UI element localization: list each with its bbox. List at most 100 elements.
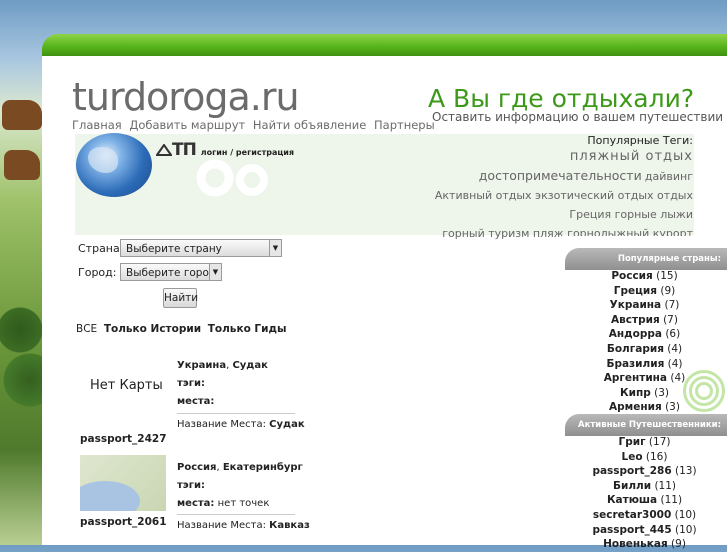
country-link[interactable]: Болгария [607,343,664,355]
item-count: (9) [660,284,676,297]
post-city[interactable]: Екатеринбург [223,462,303,473]
cow-image [2,100,42,130]
login-separator: / [227,148,236,157]
item-count: (7) [663,313,678,326]
place-name-label: Название Места: [177,419,266,430]
item-count: (15) [656,270,678,282]
post-place-name: Название Места: Кавказ [177,517,310,535]
header-subslogan[interactable]: Оставить информацию о вашем путешествии [432,110,723,124]
item-count: (10) [674,508,697,521]
traveler-link[interactable]: passport_286 [592,465,671,477]
tag[interactable]: достопримечательности [479,168,642,183]
traveler-link[interactable]: passport_445 [592,524,671,536]
city-select-value: Выберите город [126,267,217,279]
list-item: Кипр (3) [562,386,727,401]
post-country[interactable]: Украина [177,360,226,371]
post-places-label: места: [177,396,215,407]
list-item: Греция (9) [562,284,727,299]
post-user[interactable]: passport_2061 [80,516,167,528]
country-select[interactable]: Выберите страну ▼ [120,239,282,257]
register-link[interactable]: регистрация [236,148,294,157]
item-count: (13) [674,465,697,478]
country-link[interactable]: Аргентина [604,372,667,384]
traveler-link[interactable]: Leo [622,451,643,463]
tag[interactable]: Активный отдых экзотический отдых отдых [435,189,693,202]
login-link[interactable]: логин [201,148,228,157]
item-count: (4) [667,357,683,370]
list-item: Бразилия (4) [562,357,727,372]
map-thumbnail[interactable] [80,455,166,511]
country-link[interactable]: Греция [614,285,657,297]
nav-add-route[interactable]: Добавить маршрут [129,118,245,132]
filter-stories[interactable]: Только Истории [104,323,201,335]
post-entry: Украина, Судак тэги: места: [177,360,268,407]
item-count: (6) [665,328,681,341]
country-link[interactable]: Украина [610,299,662,311]
place-name-value[interactable]: Судак [269,419,304,430]
nav-partners[interactable]: Партнеры [374,118,435,132]
chevron-down-icon: ▼ [269,240,281,256]
site-logo[interactable]: turdoroga.ru [72,75,300,119]
tag[interactable]: дайвинг [645,170,693,183]
login-block: ТП логин / регистрация [155,140,294,160]
city-select[interactable]: Выберите город ▼ [120,263,222,281]
list-item: Австрия (7) [562,313,727,328]
list-item: Аргентина (4) [562,371,727,386]
filter-guides[interactable]: Только Гиды [208,323,287,335]
tag[interactable]: пляжный отдых [570,149,693,164]
list-item: Новенькая (9) [562,537,727,552]
country-link[interactable]: Армения [609,401,662,413]
post-tags-label: тэги: [177,480,205,491]
post-entry: Россия, Екатеринбург тэги: места: нет то… [177,462,303,509]
main-nav: Главная Добавить маршрут Найти объявлени… [72,118,439,132]
post-places-label: места: [177,498,215,509]
post-country[interactable]: Россия [177,462,216,473]
country-link[interactable]: Кипр [620,387,651,399]
tag[interactable]: Греция горные лыжи [569,208,693,221]
list-item: Катюша (11) [562,493,727,508]
search-button[interactable]: Найти [163,288,198,308]
place-name-value[interactable]: Кавказ [269,520,310,531]
nav-find-ad[interactable]: Найти объявление [253,118,366,132]
list-item: Россия (15) [562,269,727,284]
brand-mark-icon: ТП [155,140,201,160]
active-travelers-title: Активные Путешественники: [565,414,727,436]
list-item: secretar3000 (10) [562,508,727,523]
globe-icon [76,133,152,197]
list-item: Болгария (4) [562,342,727,357]
divider [177,514,295,515]
item-count: (3) [665,401,680,414]
post-user[interactable]: passport_2427 [80,433,167,445]
nav-home[interactable]: Главная [72,118,122,132]
post-tags-label: тэги: [177,378,205,389]
country-link[interactable]: Андорра [609,328,662,340]
post-place-name: Название Места: Судак [177,416,305,434]
post-city[interactable]: Судак [232,360,267,371]
country-link[interactable]: Бразилия [606,358,664,370]
country-link[interactable]: Россия [611,270,652,282]
tags-title: Популярные Теги: [587,134,693,147]
filter-links: ВСЕ Только Истории Только Гиды [76,323,289,335]
divider [177,413,295,414]
traveler-link[interactable]: Новенькая [603,538,668,550]
list-item: Григ (17) [562,435,727,450]
list-item: passport_445 (10) [562,523,727,538]
item-count: (9) [671,538,686,551]
filter-all[interactable]: ВСЕ [76,323,97,335]
header-band [42,34,727,56]
item-count: (4) [670,372,686,385]
list-item: Leo (16) [562,450,727,465]
active-travelers-list: Григ (17) Leo (16) passport_286 (13) Бил… [562,435,727,552]
country-select-value: Выберите страну [126,243,222,255]
traveler-link[interactable]: Григ [619,436,646,448]
no-map-text: Нет Карты [90,378,163,393]
traveler-link[interactable]: secretar3000 [593,509,671,521]
traveler-link[interactable]: Билли [613,480,651,492]
place-name-label: Название Места: [177,520,266,531]
tree-image [0,290,44,410]
traveler-link[interactable]: Катюша [607,494,657,506]
item-count: (11) [654,479,676,492]
country-link[interactable]: Австрия [611,314,660,326]
post-places: нет точек [217,498,270,509]
list-item: Армения (3) [562,400,727,415]
